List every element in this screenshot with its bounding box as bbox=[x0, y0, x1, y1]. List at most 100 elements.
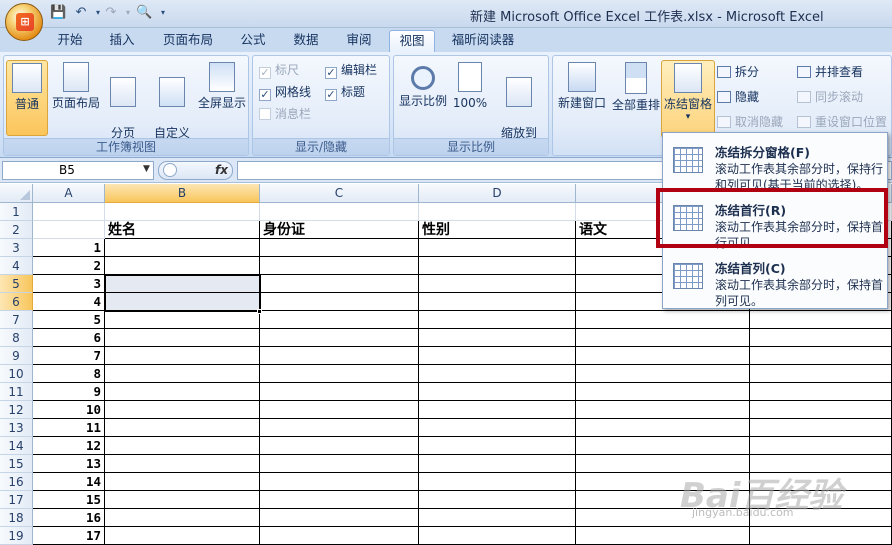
cell[interactable] bbox=[576, 437, 750, 455]
cell[interactable] bbox=[419, 203, 576, 221]
cell[interactable] bbox=[419, 527, 576, 545]
formula-bar-checkbox-row[interactable]: ✓ 编辑栏 bbox=[325, 60, 377, 80]
zoom-to-selection-button[interactable]: 缩放到 选定区域 bbox=[492, 60, 546, 155]
cell[interactable] bbox=[105, 401, 260, 419]
cell[interactable] bbox=[419, 239, 576, 257]
cell[interactable]: 5 bbox=[33, 311, 105, 329]
fill-handle[interactable] bbox=[257, 309, 262, 314]
row-header[interactable]: 16 bbox=[0, 473, 33, 491]
row-header[interactable]: 14 bbox=[0, 437, 33, 455]
page-layout-view-button[interactable]: 页面布局 bbox=[50, 60, 102, 136]
cell[interactable] bbox=[260, 347, 419, 365]
cell[interactable] bbox=[105, 275, 260, 293]
cell[interactable] bbox=[750, 365, 892, 383]
row-header[interactable]: 6 bbox=[0, 293, 33, 311]
cell[interactable]: 4 bbox=[33, 293, 105, 311]
cell[interactable] bbox=[260, 257, 419, 275]
row-header[interactable]: 1 bbox=[0, 203, 33, 221]
cell[interactable] bbox=[260, 239, 419, 257]
cell[interactable] bbox=[419, 347, 576, 365]
ruler-checkbox[interactable]: ✓ bbox=[259, 67, 271, 79]
gridlines-checkbox-row[interactable]: ✓ 网格线 bbox=[259, 82, 311, 102]
cell[interactable] bbox=[105, 293, 260, 311]
cell[interactable] bbox=[105, 527, 260, 545]
tab-insert[interactable]: 插入 bbox=[98, 30, 146, 52]
insert-function-button[interactable]: fx bbox=[215, 163, 228, 177]
cell[interactable] bbox=[105, 311, 260, 329]
cell[interactable] bbox=[260, 491, 419, 509]
cell[interactable] bbox=[33, 203, 105, 221]
hide-button[interactable]: 隐藏 bbox=[717, 87, 759, 107]
cell[interactable] bbox=[260, 329, 419, 347]
save-icon[interactable]: 💾 bbox=[50, 5, 66, 21]
cell[interactable]: 6 bbox=[33, 329, 105, 347]
cell[interactable] bbox=[419, 437, 576, 455]
cell[interactable] bbox=[576, 527, 750, 545]
cell[interactable] bbox=[260, 401, 419, 419]
row-header[interactable]: 11 bbox=[0, 383, 33, 401]
headings-checkbox[interactable]: ✓ bbox=[325, 89, 337, 101]
tab-page-layout[interactable]: 页面布局 bbox=[152, 30, 224, 52]
cell[interactable]: 11 bbox=[33, 419, 105, 437]
cell[interactable]: 7 bbox=[33, 347, 105, 365]
cell[interactable] bbox=[576, 311, 750, 329]
cell[interactable] bbox=[750, 347, 892, 365]
row-header[interactable]: 18 bbox=[0, 509, 33, 527]
view-side-by-side-button[interactable]: 并排查看 bbox=[797, 62, 863, 82]
new-window-button[interactable]: 新建窗口 bbox=[555, 60, 609, 136]
arrange-all-button[interactable]: 全部重排 bbox=[611, 60, 661, 136]
redo-icon[interactable]: ↷ bbox=[103, 5, 119, 21]
cell[interactable] bbox=[419, 419, 576, 437]
freeze-panes-button[interactable]: 冻结窗格 ▾ bbox=[661, 60, 715, 138]
message-bar-checkbox-row[interactable]: 消息栏 bbox=[259, 104, 311, 124]
quick-access-more-icon[interactable]: ▾ bbox=[155, 5, 171, 21]
column-header-c[interactable]: C bbox=[260, 184, 419, 203]
cell[interactable] bbox=[419, 383, 576, 401]
cell[interactable] bbox=[260, 509, 419, 527]
cell[interactable]: 14 bbox=[33, 473, 105, 491]
cell[interactable] bbox=[260, 419, 419, 437]
ruler-checkbox-row[interactable]: ✓ 标尺 bbox=[259, 60, 299, 80]
cell[interactable] bbox=[105, 509, 260, 527]
custom-views-button[interactable]: 自定义 视图 bbox=[150, 60, 194, 155]
cell[interactable] bbox=[33, 221, 105, 239]
menu-item-freeze-first-column[interactable]: 冻结首列(C) 滚动工作表其余部分时，保持首列可见。 bbox=[666, 251, 884, 308]
cell[interactable] bbox=[260, 275, 419, 293]
select-all-corner[interactable] bbox=[0, 184, 33, 203]
formula-bar-checkbox[interactable]: ✓ bbox=[325, 67, 337, 79]
menu-item-freeze-panes[interactable]: 冻结拆分窗格(F) 滚动工作表其余部分时，保持行和列可见(基于当前的选择)。 bbox=[666, 135, 884, 192]
tab-home[interactable]: 开始 bbox=[46, 30, 94, 52]
cell[interactable] bbox=[750, 401, 892, 419]
unhide-button[interactable]: 取消隐藏 bbox=[717, 112, 783, 132]
cell[interactable] bbox=[260, 203, 419, 221]
office-button[interactable]: ⊞ bbox=[5, 3, 43, 41]
cell[interactable] bbox=[105, 347, 260, 365]
tab-data[interactable]: 数据 bbox=[282, 30, 330, 52]
cell[interactable]: 身份证 bbox=[260, 221, 419, 239]
redo-dropdown-icon[interactable]: ▾ bbox=[120, 5, 136, 21]
cell[interactable] bbox=[260, 527, 419, 545]
row-header[interactable]: 7 bbox=[0, 311, 33, 329]
cell[interactable] bbox=[576, 365, 750, 383]
cell[interactable] bbox=[419, 257, 576, 275]
zoom-button[interactable]: 显示比例 bbox=[396, 60, 450, 136]
cell[interactable]: 姓名 bbox=[105, 221, 260, 239]
tab-foxit-reader[interactable]: 福昕阅读器 bbox=[442, 30, 524, 52]
full-screen-button[interactable]: 全屏显示 bbox=[196, 60, 248, 136]
cell[interactable] bbox=[419, 329, 576, 347]
cell[interactable] bbox=[260, 383, 419, 401]
row-header[interactable]: 5 bbox=[0, 275, 33, 293]
cell[interactable] bbox=[105, 329, 260, 347]
cell[interactable] bbox=[105, 437, 260, 455]
sync-scroll-button[interactable]: 同步滚动 bbox=[797, 87, 863, 107]
cell[interactable] bbox=[750, 437, 892, 455]
normal-view-button[interactable]: 普通 bbox=[6, 60, 48, 136]
cell[interactable]: 3 bbox=[33, 275, 105, 293]
split-button[interactable]: 拆分 bbox=[717, 62, 759, 82]
row-header[interactable]: 12 bbox=[0, 401, 33, 419]
cell[interactable] bbox=[260, 437, 419, 455]
cell[interactable]: 1 bbox=[33, 239, 105, 257]
cell[interactable]: 2 bbox=[33, 257, 105, 275]
reset-window-position-button[interactable]: 重设窗口位置 bbox=[797, 112, 887, 132]
cell[interactable] bbox=[750, 311, 892, 329]
